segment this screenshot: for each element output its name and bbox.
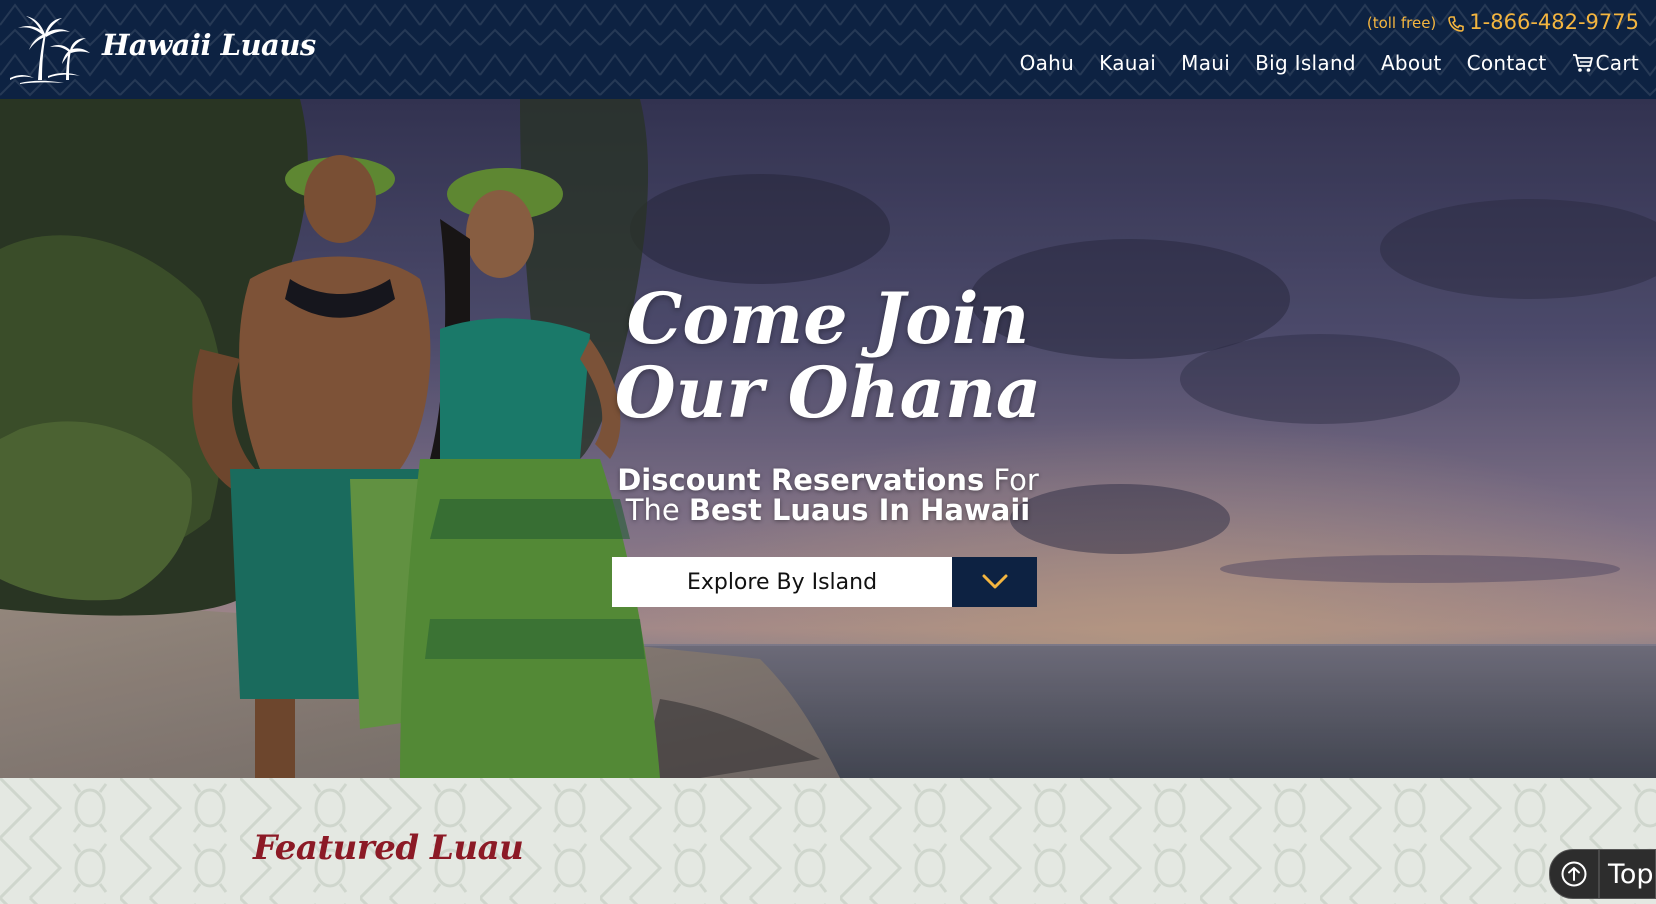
hero-sub-plain-2: The [625, 493, 689, 527]
hero-sub-plain-1: For [984, 463, 1039, 497]
hero-subtitle: Discount Reservations For The Best Luaus… [0, 465, 1656, 525]
toll-free-label: (toll free) [1366, 14, 1437, 32]
nav-contact[interactable]: Contact [1467, 51, 1547, 75]
nav-about[interactable]: About [1381, 51, 1442, 75]
nav-big-island[interactable]: Big Island [1255, 51, 1356, 75]
nav-kauai[interactable]: Kauai [1099, 51, 1156, 75]
featured-section: Featured Luau [0, 778, 1656, 904]
phone-number-link[interactable]: 1-866-482-9775 [1469, 10, 1639, 34]
hero-title-line-1: Come Join [626, 277, 1030, 360]
site-header: Hawaii Luaus (toll free) 1-866-482-9775 … [0, 0, 1656, 99]
back-to-top-label: Top [1608, 858, 1654, 890]
back-to-top-button[interactable]: Top [1549, 849, 1656, 899]
cart-icon [1572, 54, 1593, 72]
hero-title-line-2: Our Ohana [614, 351, 1042, 434]
hero-title: Come Join Our Ohana [0, 282, 1656, 430]
nav-cart[interactable]: Cart [1572, 51, 1640, 75]
explore-by-island-dropdown[interactable]: Explore By Island [612, 557, 1037, 607]
hero-sub-bold-1: Discount Reservations [617, 463, 985, 497]
arrow-up-circle-icon [1561, 861, 1587, 887]
back-to-top-icon-wrap [1550, 850, 1600, 898]
chevron-down-icon [982, 574, 1007, 589]
nav-maui[interactable]: Maui [1181, 51, 1230, 75]
explore-by-island-label[interactable]: Explore By Island [612, 557, 952, 607]
hero-background-image [0, 99, 1656, 778]
phone-icon [1448, 15, 1465, 32]
main-nav: Oahu Kauai Maui Big Island About Contact… [995, 51, 1639, 75]
explore-dropdown-toggle[interactable] [952, 557, 1037, 607]
brand-name: Hawaii Luaus [102, 28, 316, 62]
hero-sub-bold-2: Best Luaus In Hawaii [688, 493, 1031, 527]
hero-banner: Come Join Our Ohana Discount Reservation… [0, 99, 1656, 778]
phone-contact: (toll free) 1-866-482-9775 [1367, 10, 1639, 34]
cart-label: Cart [1595, 51, 1639, 75]
tribal-pattern-background [0, 778, 1656, 904]
palm-trees-icon [10, 16, 90, 84]
site-logo[interactable]: Hawaii Luaus [8, 14, 316, 84]
featured-luau-heading: Featured Luau [253, 828, 524, 868]
nav-oahu[interactable]: Oahu [1020, 51, 1075, 75]
